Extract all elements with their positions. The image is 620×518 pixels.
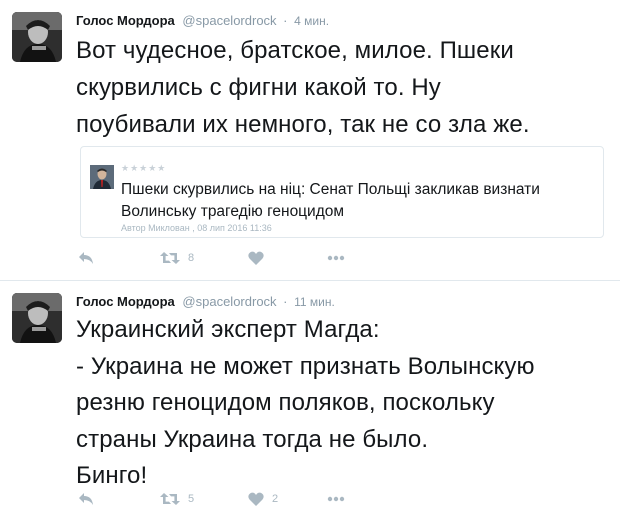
- user-avatar-icon: [12, 293, 62, 343]
- author-handle[interactable]: @spacelordrock: [182, 13, 276, 28]
- heart-icon: [248, 251, 264, 265]
- tweet-text: Украинский эксперт Магда: - Украина не м…: [76, 316, 535, 489]
- retweet-count: 5: [188, 493, 195, 505]
- tweet-header: Голос Мордора @spacelordrock · 4 мин.: [76, 12, 329, 30]
- author-name[interactable]: Голос Мордора: [76, 13, 175, 28]
- link-card-thumbnail: [90, 165, 114, 189]
- avatar[interactable]: [12, 12, 62, 62]
- tweet[interactable]: Голос Мордора @spacelordrock · 4 мин. Во…: [0, 0, 620, 280]
- more-icon: [327, 255, 345, 261]
- more-button[interactable]: [327, 248, 345, 268]
- link-card-title[interactable]: Пшеки скурвились на ніц: Сенат Польщі за…: [121, 179, 591, 223]
- retweet-button[interactable]: 5: [160, 489, 194, 509]
- retweet-count: 8: [188, 252, 195, 264]
- tweet-actions: 8: [76, 248, 376, 268]
- link-card[interactable]: ★★★★★ Пшеки скурвились на ніц: Сенат Пол…: [80, 146, 604, 238]
- reply-icon: [79, 252, 93, 264]
- heart-icon: [248, 492, 264, 506]
- author-handle[interactable]: @spacelordrock: [182, 294, 276, 309]
- user-avatar-icon: [12, 12, 62, 62]
- retweet-button[interactable]: 8: [160, 248, 194, 268]
- reply-button[interactable]: [78, 489, 94, 509]
- more-icon: [327, 496, 345, 502]
- separator-dot: ·: [283, 294, 288, 309]
- like-count: 2: [272, 493, 279, 505]
- reply-icon: [79, 493, 93, 505]
- tweet-timestamp[interactable]: 4 мин.: [294, 14, 329, 28]
- tweet-header: Голос Мордора @spacelordrock · 11 мин.: [76, 293, 335, 311]
- tweet-actions: 5 2: [76, 489, 376, 509]
- tweet[interactable]: Голос Мордора @spacelordrock · 11 мин. У…: [0, 280, 620, 518]
- like-button[interactable]: 2: [248, 489, 278, 509]
- rating-stars: ★★★★★: [121, 163, 167, 173]
- reply-button[interactable]: [78, 248, 94, 268]
- tweet-timestamp[interactable]: 11 мин.: [294, 295, 335, 309]
- retweet-icon: [160, 252, 180, 264]
- author-name[interactable]: Голос Мордора: [76, 294, 175, 309]
- retweet-icon: [160, 493, 180, 505]
- more-button[interactable]: [327, 489, 345, 509]
- link-card-meta: Автор Миклован , 08 лип 2016 11:36: [121, 223, 272, 233]
- separator-dot: ·: [283, 13, 288, 28]
- avatar[interactable]: [12, 293, 62, 343]
- person-photo-icon: [90, 165, 114, 189]
- tweet-text: Вот чудесное, братское, милое. Пшеки ску…: [76, 37, 530, 138]
- like-button[interactable]: [248, 248, 264, 268]
